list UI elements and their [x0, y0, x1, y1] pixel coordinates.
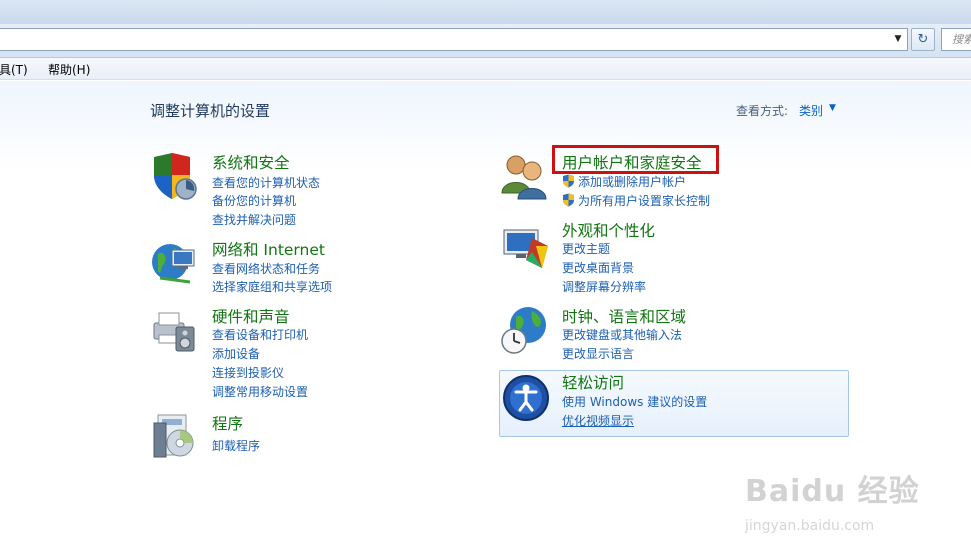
programs-icon[interactable]: [152, 411, 202, 461]
menu-help[interactable]: 帮助(H): [48, 61, 90, 78]
link-network-status[interactable]: 查看网络状态和任务: [212, 260, 320, 277]
category-system-security-title[interactable]: 系统和安全: [212, 151, 290, 173]
search-input[interactable]: 搜索: [941, 28, 971, 51]
page-title: 调整计算机的设置: [150, 102, 271, 120]
security-shield-icon[interactable]: [150, 151, 200, 201]
address-dropdown-icon[interactable]: ▼: [891, 32, 905, 47]
baidu-watermark: Baidu 经验 jingyan.baidu.com: [745, 466, 925, 550]
link-change-display-language[interactable]: 更改显示语言: [562, 345, 634, 362]
refresh-button[interactable]: ↻: [911, 28, 935, 51]
view-by-dropdown[interactable]: 类别: [799, 102, 823, 119]
link-add-remove-accounts-label: 添加或删除用户帐户: [578, 175, 687, 189]
control-panel-content: 调整计算机的设置 查看方式: 类别 ▼ 系统和安全 查看您的计算机状态 备份您的…: [0, 81, 971, 550]
address-bar[interactable]: ▼: [0, 28, 908, 51]
category-network-internet-title[interactable]: 网络和 Internet: [212, 238, 325, 260]
link-homegroup-sharing[interactable]: 选择家庭组和共享选项: [212, 278, 332, 295]
highlight-annotation: [552, 145, 719, 174]
link-uninstall-program[interactable]: 卸载程序: [212, 437, 260, 454]
link-mobility-settings[interactable]: 调整常用移动设置: [212, 383, 308, 400]
link-screen-resolution[interactable]: 调整屏幕分辨率: [562, 278, 646, 295]
watermark-logo-text: Baidu 经验: [745, 474, 920, 509]
ease-of-access-icon[interactable]: [502, 374, 550, 422]
link-backup-computer[interactable]: 备份您的计算机: [212, 192, 296, 209]
clock-globe-icon[interactable]: [500, 305, 550, 355]
link-optimize-visual-display[interactable]: 优化视频显示: [562, 412, 634, 429]
link-windows-suggested-settings[interactable]: 使用 Windows 建议的设置: [562, 393, 707, 410]
link-devices-printers[interactable]: 查看设备和打印机: [212, 326, 308, 343]
users-icon[interactable]: [500, 151, 550, 201]
category-hardware-sound-title[interactable]: 硬件和声音: [212, 305, 290, 327]
link-add-device[interactable]: 添加设备: [212, 345, 260, 362]
uac-shield-icon: [563, 174, 574, 188]
uac-shield-icon: [563, 193, 574, 207]
link-check-computer-status[interactable]: 查看您的计算机状态: [212, 174, 320, 191]
link-parental-controls[interactable]: 为所有用户设置家长控制: [562, 192, 710, 209]
link-connect-projector[interactable]: 连接到投影仪: [212, 364, 284, 381]
category-appearance-title[interactable]: 外观和个性化: [562, 219, 655, 241]
category-clock-region-title[interactable]: 时钟、语言和区域: [562, 305, 686, 327]
link-change-keyboard[interactable]: 更改键盘或其他输入法: [562, 326, 682, 343]
link-find-fix-problems[interactable]: 查找并解决问题: [212, 211, 296, 228]
link-parental-controls-label: 为所有用户设置家长控制: [578, 194, 711, 208]
watermark-url: jingyan.baidu.com: [745, 518, 875, 534]
menu-tools[interactable]: 工具(T): [0, 61, 28, 78]
link-change-background[interactable]: 更改桌面背景: [562, 259, 634, 276]
network-globe-icon[interactable]: [150, 238, 200, 288]
refresh-icon: ↻: [917, 32, 929, 47]
chevron-down-icon[interactable]: ▼: [829, 103, 836, 113]
link-add-remove-accounts[interactable]: 添加或删除用户帐户: [562, 173, 686, 190]
address-toolbar: ▼ ↻ 搜索: [0, 24, 971, 58]
appearance-monitor-icon[interactable]: [502, 224, 552, 274]
category-programs-title[interactable]: 程序: [212, 412, 243, 434]
view-by-label: 查看方式:: [736, 104, 789, 118]
link-change-theme[interactable]: 更改主题: [562, 240, 610, 257]
window-title-bar: [0, 0, 971, 24]
printer-speaker-icon[interactable]: [150, 305, 200, 355]
category-ease-of-access-title[interactable]: 轻松访问: [562, 371, 624, 393]
menu-bar: 工具(T) 帮助(H): [0, 58, 971, 80]
